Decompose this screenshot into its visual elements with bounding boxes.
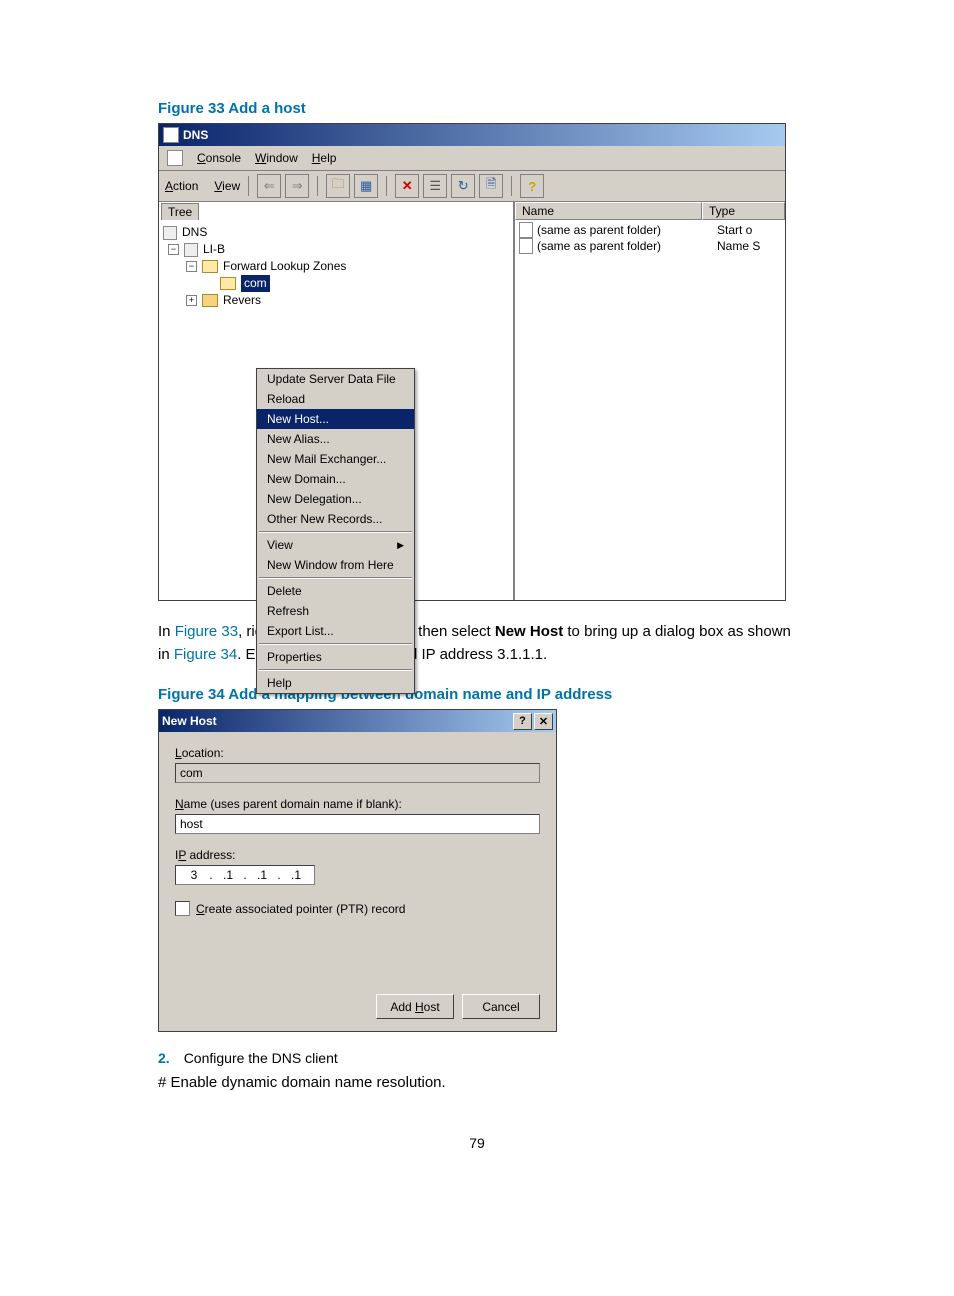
ctx-new-deleg[interactable]: New Delegation... [257, 489, 414, 509]
zone-icon [220, 277, 236, 290]
tree-rev[interactable]: +Revers [163, 292, 346, 309]
tree-zone-com[interactable]: com [163, 275, 346, 292]
ip-label: IP address: [175, 848, 540, 862]
link-figure33[interactable]: Figure 33 [175, 623, 238, 640]
ctx-other-new[interactable]: Other New Records... [257, 509, 414, 529]
ctx-reload[interactable]: Reload [257, 389, 414, 409]
folder-icon [202, 294, 218, 307]
record-icon [519, 238, 533, 254]
name-label: NName (uses parent domain name if blank)… [175, 797, 540, 811]
list-item[interactable]: (same as parent folder) Name S [519, 238, 781, 254]
cancel-button[interactable]: Cancel [462, 994, 540, 1019]
export-icon[interactable]: 🗎 [479, 174, 503, 198]
close-icon[interactable]: ✕ [534, 713, 553, 730]
context-menu: Update Server Data File Reload New Host.… [256, 368, 415, 694]
location-field [175, 763, 540, 783]
ctx-new-domain[interactable]: New Domain... [257, 469, 414, 489]
cli-comment: # Enable dynamic domain name resolution. [158, 1072, 796, 1095]
ctx-new-mx[interactable]: New Mail Exchanger... [257, 449, 414, 469]
expand-icon[interactable]: + [186, 295, 197, 306]
refresh-icon[interactable]: ↻ [451, 174, 475, 198]
menu-help[interactable]: Help [312, 151, 337, 165]
menu-bar: CConsoleonsole Window Help [159, 146, 785, 171]
new-host-dialog: New Host ? ✕ Location: NName (uses paren… [158, 709, 557, 1032]
ctx-export[interactable]: Export List... [257, 621, 414, 641]
row-name: (same as parent folder) [537, 239, 713, 253]
details-pane: Name Type (same as parent folder) Start … [515, 202, 785, 600]
ctx-new-alias[interactable]: New Alias... [257, 429, 414, 449]
ctx-update[interactable]: Update Server Data File [257, 369, 414, 389]
dns-app-icon [163, 127, 179, 143]
menu-icon [167, 150, 183, 166]
col-name[interactable]: Name [515, 202, 702, 220]
menu-console[interactable]: CConsoleonsole [197, 151, 241, 165]
up-icon[interactable]: 🗀 [326, 174, 350, 198]
ctx-separator [259, 643, 412, 645]
collapse-icon[interactable]: − [168, 244, 179, 255]
show-hide-icon[interactable]: ▦ [354, 174, 378, 198]
dialog-title: New Host [162, 714, 217, 728]
ip-octet-3[interactable] [248, 867, 276, 883]
column-headers: Name Type [515, 202, 785, 220]
help-button-icon[interactable]: ? [513, 713, 532, 730]
title-bar: DNS [159, 124, 785, 146]
tree-pane: Tree DNS −LI-B −Forward Lookup Zones com… [159, 202, 515, 600]
ptr-label: Create associated pointer (PTR) record [196, 902, 405, 916]
properties-icon[interactable]: ☰ [423, 174, 447, 198]
ip-octet-2[interactable] [214, 867, 242, 883]
ctx-properties[interactable]: Properties [257, 647, 414, 667]
row-type: Start o [717, 223, 781, 237]
step-number: 2. [158, 1050, 170, 1066]
ip-octet-1[interactable] [180, 867, 208, 883]
ctx-separator [259, 669, 412, 671]
ctx-delete[interactable]: Delete [257, 581, 414, 601]
page-number: 79 [158, 1135, 796, 1151]
paragraph-1: In Figure 33, right click zone com, and … [158, 621, 796, 666]
row-name: (same as parent folder) [537, 223, 713, 237]
ip-address-field[interactable]: . . . [175, 865, 315, 885]
tree-root[interactable]: DNS [163, 224, 346, 241]
ctx-new-window[interactable]: New Window from Here [257, 555, 414, 575]
ctx-separator [259, 577, 412, 579]
help-icon[interactable]: ? [520, 174, 544, 198]
tree-server[interactable]: −LI-B [163, 241, 346, 258]
step-2: 2. Configure the DNS client [158, 1050, 796, 1066]
ctx-refresh[interactable]: Refresh [257, 601, 414, 621]
ctx-view[interactable]: View [257, 535, 414, 555]
toolbar-view[interactable]: View [214, 179, 240, 193]
ptr-checkbox[interactable] [175, 901, 190, 916]
figure33-caption: Figure 33 Add a host [158, 100, 796, 117]
row-type: Name S [717, 239, 781, 253]
back-icon[interactable] [257, 174, 281, 198]
dialog-title-bar: New Host ? ✕ [159, 710, 556, 732]
tree: DNS −LI-B −Forward Lookup Zones com +Rev… [163, 224, 346, 309]
ctx-new-host[interactable]: New Host... [257, 409, 414, 429]
collapse-icon[interactable]: − [186, 261, 197, 272]
add-host-button[interactable]: Add Host [376, 994, 454, 1019]
tree-fwd[interactable]: −Forward Lookup Zones [163, 258, 346, 275]
tree-tab[interactable]: Tree [161, 203, 199, 220]
record-icon [519, 222, 533, 238]
menu-window[interactable]: Window [255, 151, 298, 165]
ip-octet-4[interactable] [282, 867, 310, 883]
name-field[interactable] [175, 814, 540, 834]
figure34-caption: Figure 34 Add a mapping between domain n… [158, 686, 796, 703]
toolbar-action[interactable]: Action [165, 179, 198, 193]
ctx-help[interactable]: Help [257, 673, 414, 693]
folder-open-icon [202, 260, 218, 273]
dns-root-icon [163, 226, 177, 240]
delete-icon[interactable]: ✕ [395, 174, 419, 198]
list-item[interactable]: (same as parent folder) Start o [519, 222, 781, 238]
ctx-separator [259, 531, 412, 533]
server-icon [184, 243, 198, 257]
step-text: Configure the DNS client [184, 1050, 338, 1066]
dns-window: DNS CConsoleonsole Window Help Action Vi… [158, 123, 786, 601]
window-title: DNS [183, 128, 208, 142]
forward-icon[interactable] [285, 174, 309, 198]
col-type[interactable]: Type [702, 202, 785, 220]
link-figure34[interactable]: Figure 34 [174, 646, 237, 663]
location-label: Location: [175, 746, 540, 760]
toolbar: Action View 🗀 ▦ ✕ ☰ ↻ 🗎 ? [159, 171, 785, 202]
